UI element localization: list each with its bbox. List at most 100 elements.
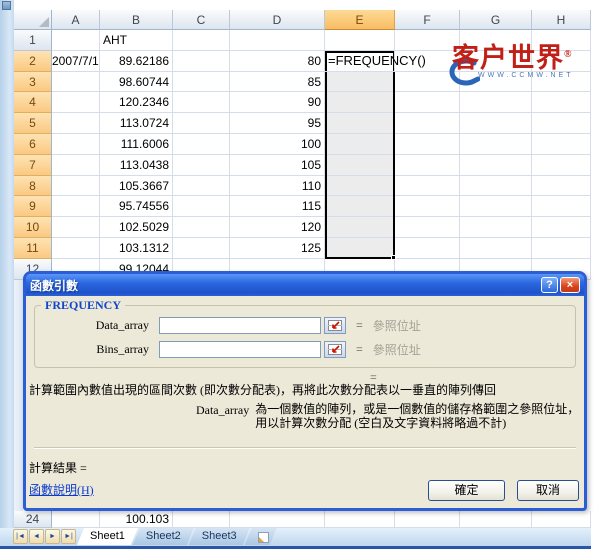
cell-B6[interactable]: 111.6006 (100, 134, 173, 155)
cell-D10[interactable]: 120 (230, 217, 325, 238)
cell-A24[interactable] (52, 511, 100, 528)
row-header[interactable]: 6 (14, 134, 52, 155)
cell-F6[interactable] (395, 134, 460, 155)
cell-A8[interactable] (52, 176, 100, 197)
cell-C1[interactable] (173, 30, 230, 51)
cell-D11[interactable]: 125 (230, 238, 325, 259)
cell-C7[interactable] (173, 155, 230, 176)
column-header-e-selected[interactable]: E (325, 10, 395, 30)
cell-C2[interactable] (173, 51, 230, 72)
cell-G11[interactable] (460, 238, 532, 259)
cell-E3[interactable] (325, 72, 395, 93)
cell-H24[interactable] (532, 511, 591, 528)
cancel-button[interactable]: 取消 (517, 480, 579, 501)
cell-G10[interactable] (460, 217, 532, 238)
tab-sheet3[interactable]: Sheet3 (189, 528, 250, 545)
cell-G7[interactable] (460, 155, 532, 176)
cell-B3[interactable]: 98.60744 (100, 72, 173, 93)
insert-worksheet-tab[interactable] (245, 528, 277, 545)
cell-G24[interactable] (460, 511, 532, 528)
cell-F24[interactable] (395, 511, 460, 528)
cell-B1[interactable]: AHT (100, 30, 173, 51)
cell-D4[interactable]: 90 (230, 92, 325, 113)
cell-D24[interactable] (230, 511, 325, 528)
range-picker-button[interactable] (324, 341, 346, 358)
data-array-input[interactable] (159, 317, 321, 334)
cell-C8[interactable] (173, 176, 230, 197)
previous-sheet-icon[interactable]: ◄ (29, 529, 44, 544)
function-help-link[interactable]: 函數說明(H) (29, 481, 94, 498)
cell-E1[interactable] (325, 30, 395, 51)
row-header[interactable]: 1 (14, 30, 52, 51)
cell-C9[interactable] (173, 196, 230, 217)
cell-A6[interactable] (52, 134, 100, 155)
cell-B4[interactable]: 120.2346 (100, 92, 173, 113)
cell-D3[interactable]: 85 (230, 72, 325, 93)
cell-A9[interactable] (52, 196, 100, 217)
cell-H8[interactable] (532, 176, 591, 197)
cell-E4[interactable] (325, 92, 395, 113)
active-cell-formula[interactable]: =FREQUENCY() (325, 51, 395, 72)
cell-A10[interactable] (52, 217, 100, 238)
cell-F11[interactable] (395, 238, 460, 259)
first-sheet-icon[interactable]: |◄ (13, 529, 28, 544)
cell-E9[interactable] (325, 196, 395, 217)
row-header[interactable]: 8 (14, 176, 52, 197)
column-header-g[interactable]: G (460, 10, 532, 30)
cell-C5[interactable] (173, 113, 230, 134)
last-sheet-icon[interactable]: ►| (61, 529, 76, 544)
select-all-icon[interactable] (14, 10, 52, 30)
row-header[interactable]: 3 (14, 72, 52, 93)
cell-E24[interactable] (325, 511, 395, 528)
row-header[interactable]: 5 (14, 113, 52, 134)
cell-C6[interactable] (173, 134, 230, 155)
cell-E8[interactable] (325, 176, 395, 197)
row-header[interactable]: 4 (14, 92, 52, 113)
cell-B11[interactable]: 103.1312 (100, 238, 173, 259)
row-header[interactable]: 11 (14, 238, 52, 259)
cell-D9[interactable]: 115 (230, 196, 325, 217)
row-header[interactable]: 2 (14, 51, 52, 72)
close-icon[interactable]: × (560, 277, 580, 293)
cell-E11[interactable] (325, 238, 395, 259)
cell-G5[interactable] (460, 113, 532, 134)
cell-H5[interactable] (532, 113, 591, 134)
column-header-a[interactable]: A (52, 10, 100, 30)
cell-B2[interactable]: 89.62186 (100, 51, 173, 72)
cell-B10[interactable]: 102.5029 (100, 217, 173, 238)
cell-D6[interactable]: 100 (230, 134, 325, 155)
cell-B24[interactable]: 100.103 (100, 511, 173, 528)
cell-D5[interactable]: 95 (230, 113, 325, 134)
next-sheet-icon[interactable]: ► (45, 529, 60, 544)
cell-F4[interactable] (395, 92, 460, 113)
tab-sheet1[interactable]: Sheet1 (77, 528, 138, 545)
cell-A11[interactable] (52, 238, 100, 259)
tab-sheet2[interactable]: Sheet2 (133, 528, 194, 545)
cell-D8[interactable]: 110 (230, 176, 325, 197)
cell-A5[interactable] (52, 113, 100, 134)
cell-C11[interactable] (173, 238, 230, 259)
cell-A7[interactable] (52, 155, 100, 176)
cell-F10[interactable] (395, 217, 460, 238)
row-header[interactable]: 9 (14, 196, 52, 217)
cell-E5[interactable] (325, 113, 395, 134)
cell-C3[interactable] (173, 72, 230, 93)
row-header[interactable]: 24 (14, 511, 52, 528)
cell-H11[interactable] (532, 238, 591, 259)
column-header-c[interactable]: C (173, 10, 230, 30)
cell-F5[interactable] (395, 113, 460, 134)
range-picker-button[interactable] (324, 317, 346, 334)
cell-A3[interactable] (52, 72, 100, 93)
cell-B7[interactable]: 113.0438 (100, 155, 173, 176)
dialog-titlebar[interactable]: 函數引數 ? × (26, 274, 584, 296)
cell-A4[interactable] (52, 92, 100, 113)
cell-G8[interactable] (460, 176, 532, 197)
row-header[interactable]: 10 (14, 217, 52, 238)
cell-G6[interactable] (460, 134, 532, 155)
cell-E6[interactable] (325, 134, 395, 155)
dialog-help-icon[interactable]: ? (541, 277, 558, 293)
cell-E10[interactable] (325, 217, 395, 238)
cell-H9[interactable] (532, 196, 591, 217)
cell-H4[interactable] (532, 92, 591, 113)
cell-F7[interactable] (395, 155, 460, 176)
